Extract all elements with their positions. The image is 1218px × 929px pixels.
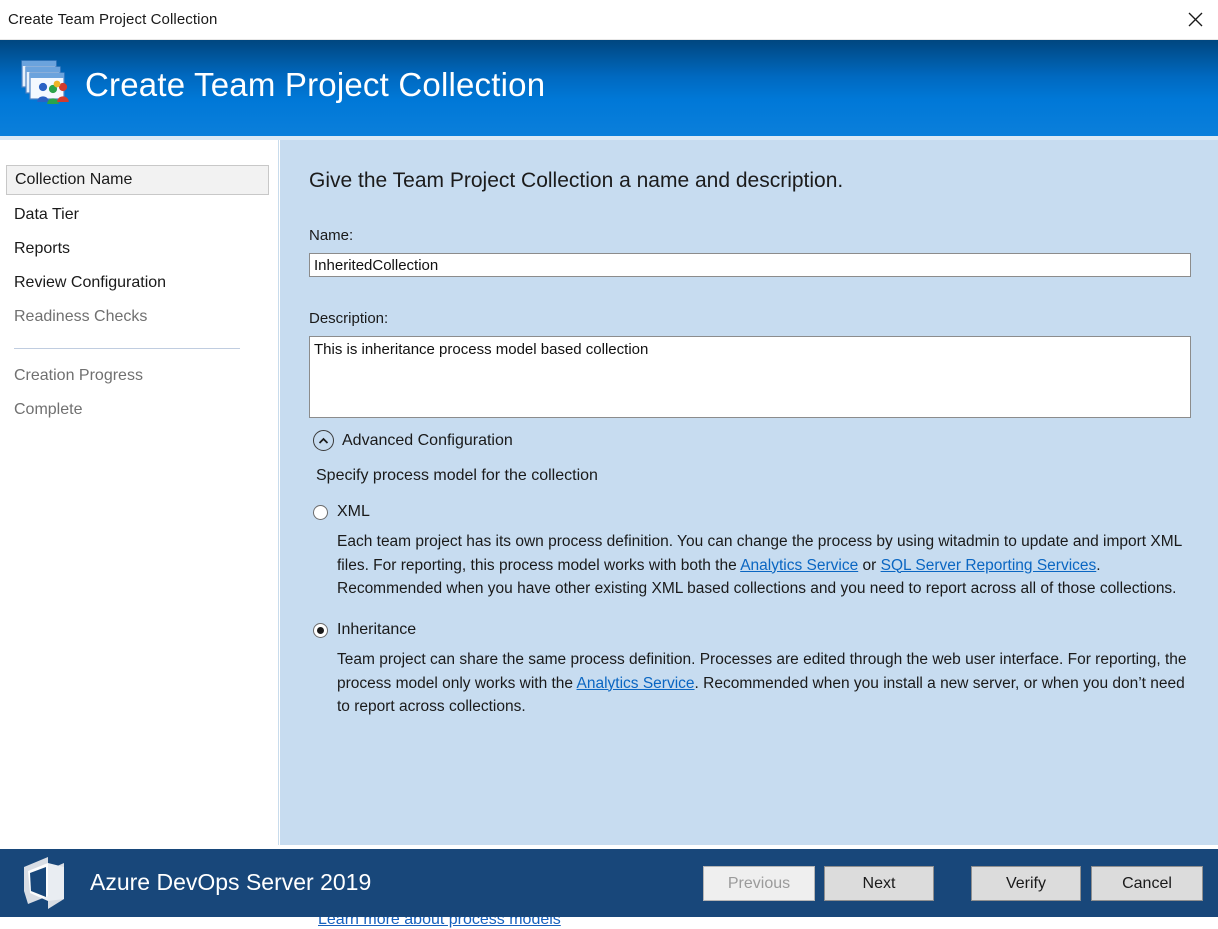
sidebar-item-label: Collection Name [15,171,132,189]
next-button[interactable]: Next [824,866,934,901]
page-title: Give the Team Project Collection a name … [309,169,843,193]
azure-devops-logo-icon [18,853,78,913]
close-button[interactable] [1172,0,1218,39]
verify-button[interactable]: Verify [971,866,1081,901]
sidebar-item-label: Review Configuration [14,274,166,292]
description-input[interactable] [309,336,1191,418]
radio-inheritance-description: Team project can share the same process … [337,648,1192,719]
wizard-sidebar: Collection Name Data Tier Reports Review… [0,140,279,845]
radio-xml[interactable] [313,505,328,520]
team-project-collection-icon [18,56,76,114]
analytics-service-link[interactable]: Analytics Service [740,557,858,574]
radio-inheritance-label[interactable]: Inheritance [337,621,416,639]
sidebar-item-creation-progress: Creation Progress [6,361,269,391]
sidebar-item-collection-name[interactable]: Collection Name [6,165,269,195]
page-header-title: Create Team Project Collection [85,66,545,104]
dialog-body: Collection Name Data Tier Reports Review… [0,140,1218,845]
page-header: Create Team Project Collection [0,40,1218,136]
sidebar-item-readiness-checks: Readiness Checks [6,302,269,332]
sidebar-item-label: Complete [14,401,82,419]
sidebar-divider [14,348,240,349]
name-input[interactable] [309,253,1191,277]
analytics-service-link[interactable]: Analytics Service [577,675,695,692]
close-icon [1188,12,1203,27]
wizard-main-panel: Give the Team Project Collection a name … [280,140,1218,845]
previous-button[interactable]: Previous [703,866,815,901]
sidebar-item-label: Reports [14,240,70,258]
chevron-up-icon [313,430,334,451]
advanced-configuration-label: Advanced Configuration [342,432,513,450]
sidebar-item-complete: Complete [6,395,269,425]
xml-desc-part2: or [858,557,880,574]
name-label: Name: [309,227,353,244]
sidebar-item-label: Data Tier [14,206,79,224]
sidebar-item-label: Readiness Checks [14,308,147,326]
sidebar-item-label: Creation Progress [14,367,143,385]
radio-xml-description: Each team project has its own process de… [337,530,1192,601]
sql-server-reporting-services-link[interactable]: SQL Server Reporting Services [881,557,1097,574]
radio-inheritance[interactable] [313,623,328,638]
sidebar-item-reports[interactable]: Reports [6,234,269,264]
window-title: Create Team Project Collection [8,11,217,28]
sidebar-item-review-configuration[interactable]: Review Configuration [6,268,269,298]
window-titlebar: Create Team Project Collection [0,0,1218,40]
product-brand-label: Azure DevOps Server 2019 [90,869,371,896]
dialog-footer: Azure DevOps Server 2019 Previous Next V… [0,849,1218,917]
sidebar-item-data-tier[interactable]: Data Tier [6,200,269,230]
description-label: Description: [309,310,388,327]
advanced-configuration-toggle[interactable]: Advanced Configuration [313,430,513,451]
cancel-button[interactable]: Cancel [1091,866,1203,901]
radio-xml-label[interactable]: XML [337,503,370,521]
process-model-subheading: Specify process model for the collection [316,467,598,485]
